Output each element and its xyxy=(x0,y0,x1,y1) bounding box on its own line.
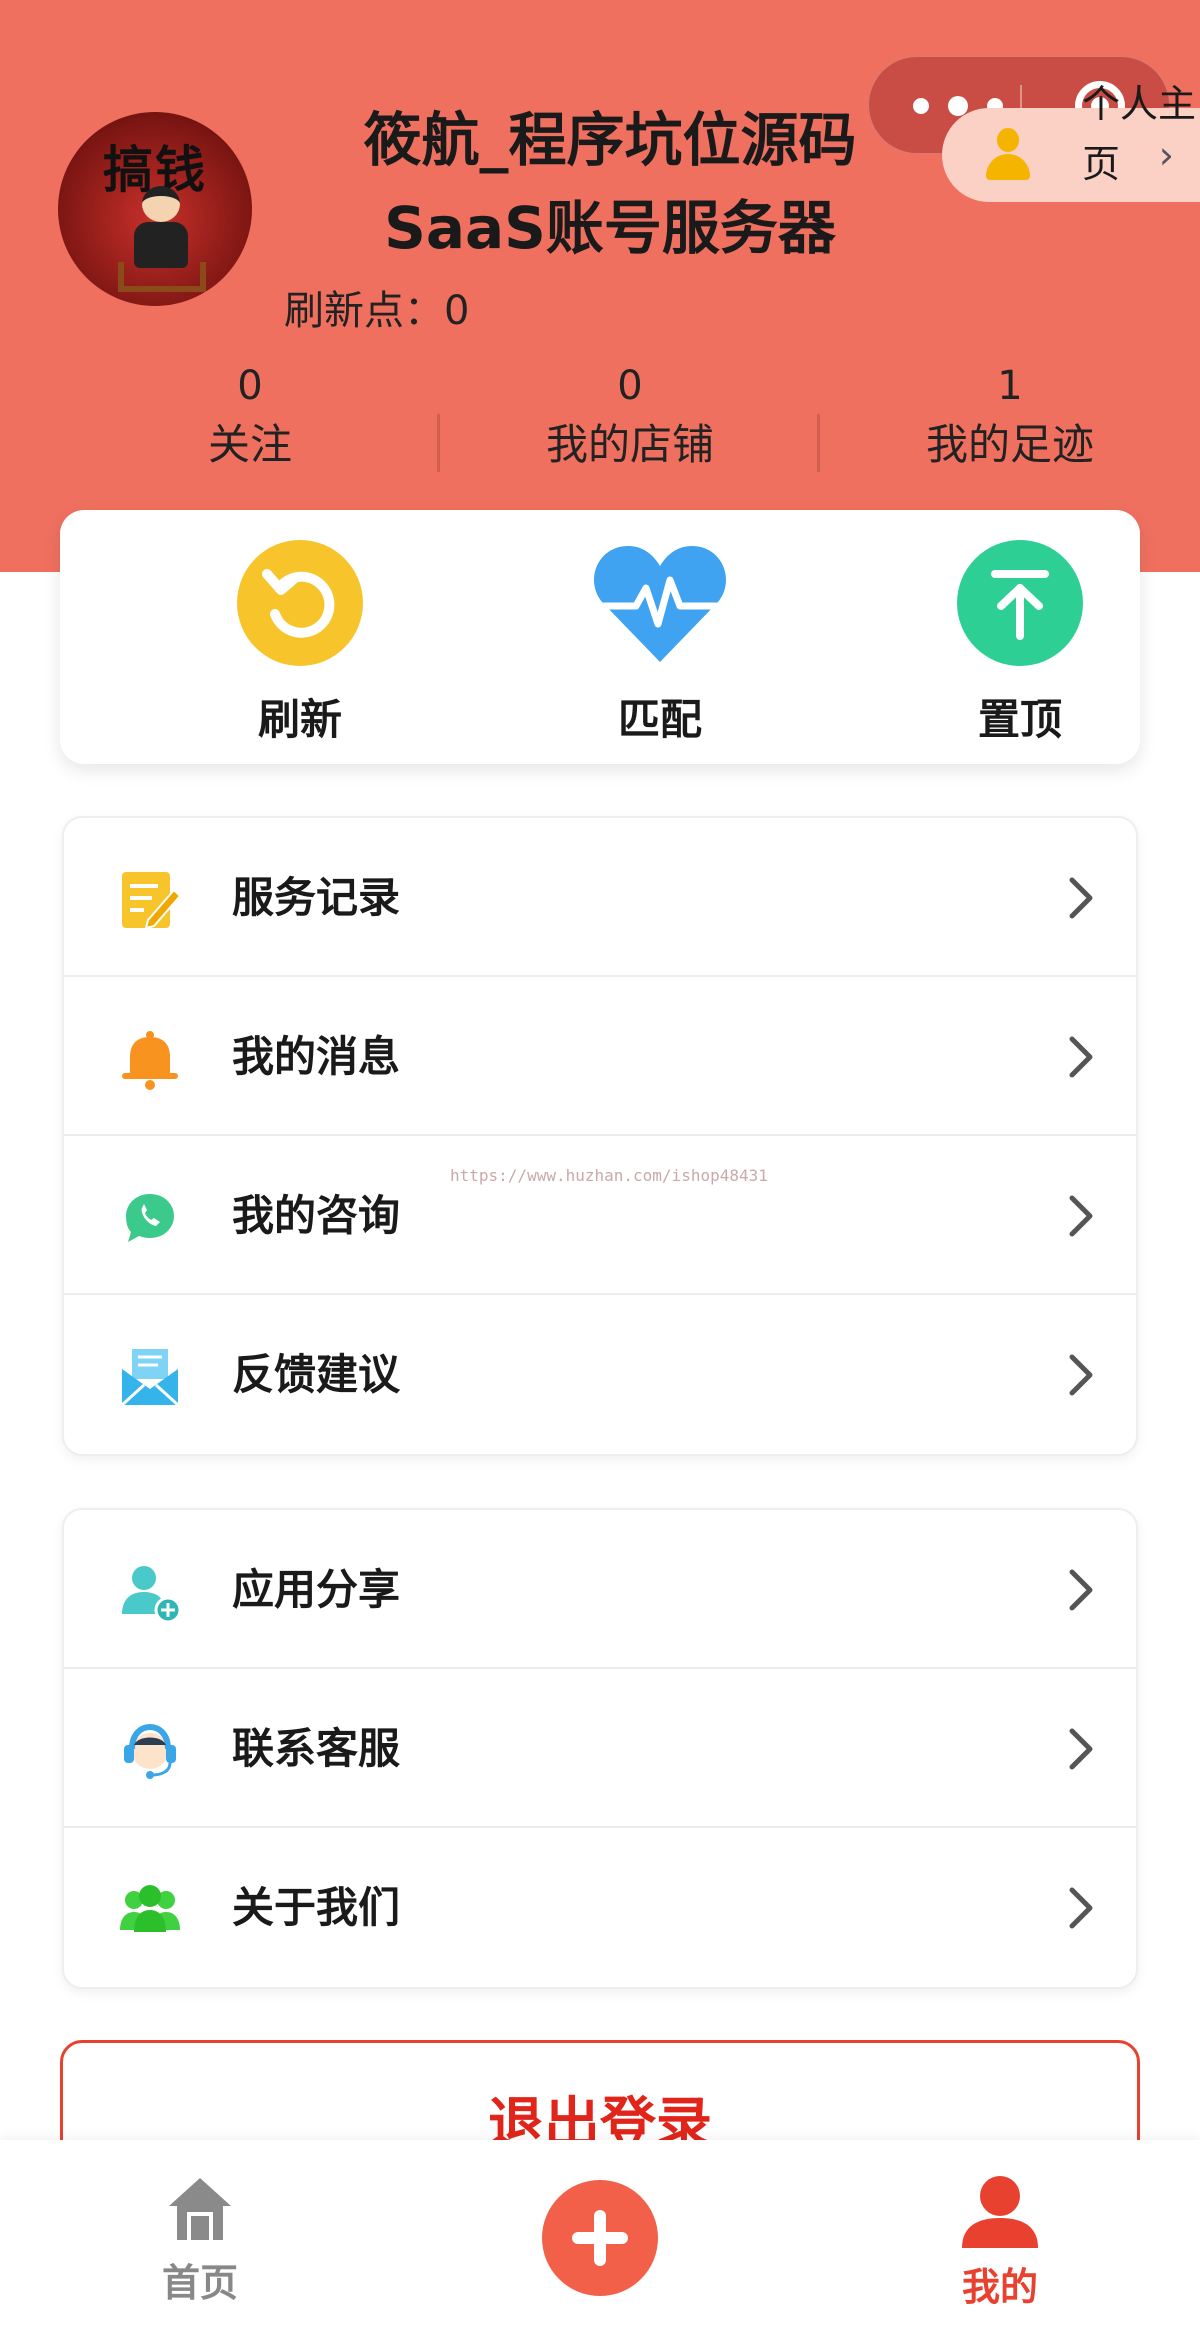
menu-item-my-messages[interactable]: 我的消息 xyxy=(64,977,1136,1136)
person-icon xyxy=(986,128,1030,182)
menu-item-my-consultation[interactable]: 我的咨询 xyxy=(64,1136,1136,1295)
tab-label: 我的 xyxy=(961,2265,1038,2309)
menu-item-label: 关于我们 xyxy=(232,1883,401,1932)
group-icon xyxy=(118,1878,182,1942)
home-shortcut-label[interactable]: 个人主页 xyxy=(1082,74,1200,194)
add-button[interactable] xyxy=(542,2180,658,2296)
tab-label: 首页 xyxy=(161,2261,238,2305)
menu-item-label: 我的咨询 xyxy=(232,1191,401,1240)
notepad-edit-icon xyxy=(118,868,182,932)
tab-mine[interactable]: 我的 xyxy=(920,2174,1080,2311)
house-icon xyxy=(165,2174,235,2244)
avatar-figure-head xyxy=(142,186,180,222)
user-icon xyxy=(960,2174,1040,2248)
menu-item-about-us[interactable]: 关于我们 xyxy=(64,1828,1136,1987)
menu-item-feedback[interactable]: 反馈建议 xyxy=(64,1295,1136,1454)
menu-item-label: 反馈建议 xyxy=(232,1350,401,1399)
quick-action-label: 置顶 xyxy=(977,695,1062,744)
stat-value: 0 xyxy=(237,363,263,409)
quick-action-label: 匹配 xyxy=(617,695,702,744)
stat-label: 我的足迹 xyxy=(925,420,1094,469)
heartbeat-icon xyxy=(590,540,730,666)
menu-group-1: 服务记录 我的消息 我的咨询 反馈建议 xyxy=(62,816,1138,1456)
quick-action-refresh[interactable]: 刷新 xyxy=(200,540,400,747)
bell-icon xyxy=(118,1027,182,1091)
quick-action-match[interactable]: 匹配 xyxy=(560,540,760,747)
username: 筱航_程序坑位源码SaaS账号服务器 xyxy=(363,106,857,262)
chevron-right-icon xyxy=(1062,1884,1102,1932)
chevron-right-icon xyxy=(1062,1725,1102,1773)
headset-agent-icon xyxy=(118,1719,182,1783)
chevron-right-icon xyxy=(1062,874,1102,922)
user-add-icon xyxy=(118,1560,182,1624)
stat-my-shop[interactable]: 0 我的店铺 xyxy=(440,358,820,476)
quick-action-pin-top[interactable]: 置顶 xyxy=(920,540,1120,747)
menu-item-label: 服务记录 xyxy=(232,873,401,922)
watermark: https://www.huzhan.com/ishop48431 xyxy=(450,1166,768,1185)
refresh-icon xyxy=(237,540,363,666)
menu-item-contact-support[interactable]: 联系客服 xyxy=(64,1669,1136,1828)
avatar-figure-chair xyxy=(118,262,206,292)
menu-item-label: 联系客服 xyxy=(232,1724,401,1773)
stat-following[interactable]: 0 关注 xyxy=(60,358,440,476)
bottom-tab-bar: 首页 我的 xyxy=(0,2140,1200,2352)
menu-item-service-records[interactable]: 服务记录 xyxy=(64,818,1136,977)
chevron-right-icon xyxy=(1062,1566,1102,1614)
menu-group-2: 应用分享 联系客服 关于我们 xyxy=(62,1508,1138,1989)
stat-label: 我的店铺 xyxy=(545,420,714,469)
stat-value: 0 xyxy=(617,363,643,409)
refresh-points: 刷新点：0 xyxy=(284,288,470,334)
quick-actions-card: 刷新 匹配 置顶 xyxy=(60,510,1140,764)
pin-top-icon xyxy=(957,540,1083,666)
avatar[interactable]: 搞钱 xyxy=(58,112,252,306)
chevron-right-icon xyxy=(1062,1351,1102,1399)
menu-item-label: 我的消息 xyxy=(232,1032,401,1081)
chevron-right-icon xyxy=(1062,1033,1102,1081)
chevron-right-icon xyxy=(1062,1192,1102,1240)
stat-my-footprint[interactable]: 1 我的足迹 xyxy=(820,358,1200,476)
stat-label: 关注 xyxy=(207,420,292,469)
chat-phone-icon xyxy=(118,1186,182,1250)
stat-value: 1 xyxy=(997,363,1023,409)
quick-action-label: 刷新 xyxy=(257,695,342,744)
envelope-icon xyxy=(118,1345,182,1409)
menu-item-label: 应用分享 xyxy=(232,1565,401,1614)
tab-home[interactable]: 首页 xyxy=(120,2174,280,2307)
menu-item-share-app[interactable]: 应用分享 xyxy=(64,1510,1136,1669)
